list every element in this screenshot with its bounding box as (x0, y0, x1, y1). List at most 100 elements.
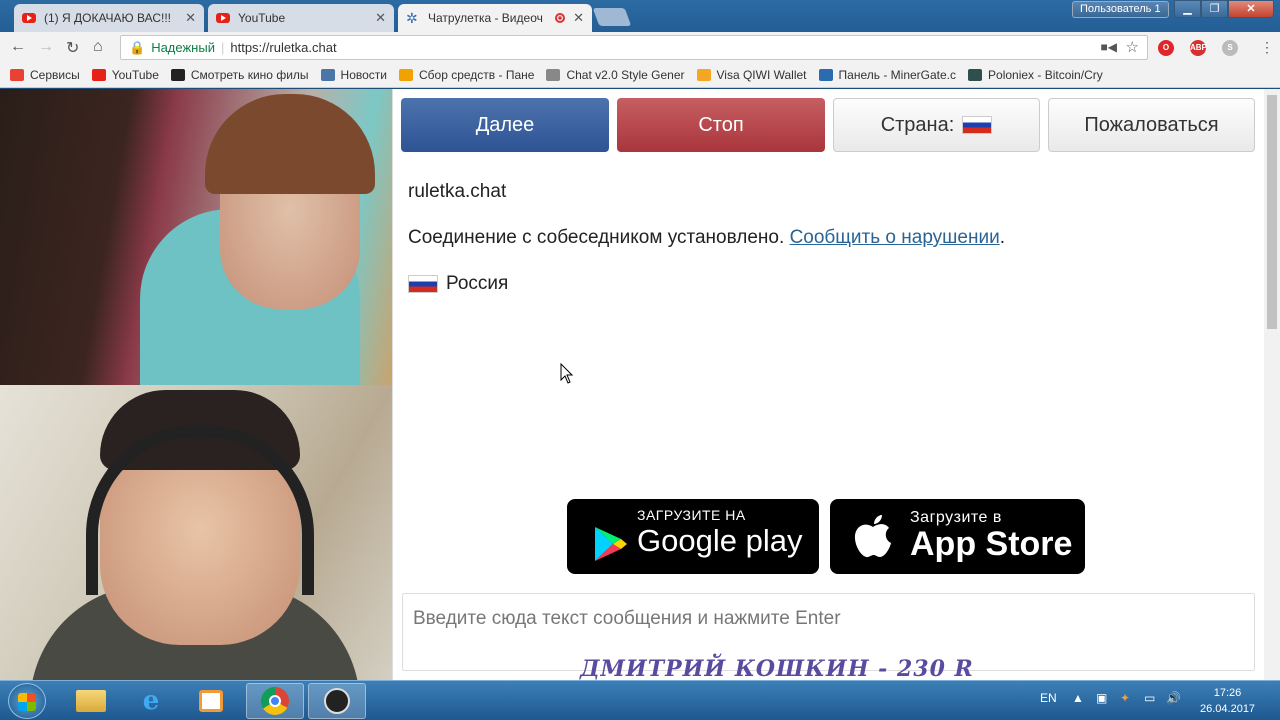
bookmark-label: Visa QIWI Wallet (716, 67, 807, 82)
connection-text: Соединение с собеседником установлено. (408, 227, 785, 248)
media-player-icon (199, 690, 223, 712)
address-bar[interactable]: 🔒 Надежный | https://ruletka.chat ■◀ ☆ (120, 35, 1148, 60)
internet-explorer-icon: e (142, 686, 160, 716)
close-window-button[interactable]: ✕ (1228, 0, 1274, 18)
opera-icon[interactable]: O (1158, 40, 1174, 56)
close-tab-icon[interactable]: ✕ (185, 10, 196, 26)
google-play-title: Google play (637, 523, 803, 558)
divider: | (220, 40, 225, 55)
folder-icon (76, 690, 106, 712)
control-buttons: Далее Стоп Страна: Пожаловаться (401, 98, 1255, 152)
connection-message: Соединение с собеседником установлено. С… (408, 227, 1005, 249)
media-player-taskbar-icon[interactable] (182, 683, 240, 719)
donate-icon (398, 68, 413, 81)
app-store-badge[interactable]: Загрузите в App Store (830, 499, 1085, 574)
google-play-caption: ЗАГРУЗИТЕ НА (637, 507, 746, 523)
bookmark-item[interactable]: Poloniex - Bitcoin/Cry (968, 68, 1103, 82)
bookmark-item[interactable]: Chat v2.0 Style Gener (546, 67, 685, 82)
apple-icon (854, 515, 891, 558)
scrollbar-thumb[interactable] (1267, 95, 1277, 329)
bookmark-label: YouTube (111, 67, 159, 82)
country-button[interactable]: Страна: (833, 98, 1040, 152)
minergate-icon (818, 68, 833, 81)
video-panel (0, 89, 392, 680)
bookmark-item[interactable]: Сбор средств - Пане (398, 68, 534, 82)
bookmark-item[interactable]: Новости (320, 68, 387, 82)
display-icon[interactable]: ▭ (1144, 691, 1155, 705)
bookmarks-bar: Сервисы YouTube Смотреть кино филы Новости С… (0, 62, 1280, 88)
gear-icon: ✲ (406, 10, 418, 26)
bookmark-label: Панель - MinerGate.c (838, 67, 957, 82)
youtube-icon (91, 68, 106, 81)
tab-2[interactable]: YouTube ✕ (208, 4, 394, 32)
bookmark-item[interactable]: Смотреть кино филы (170, 67, 309, 82)
vk-icon (320, 68, 335, 81)
next-button[interactable]: Далее (401, 98, 609, 152)
scrollbar[interactable] (1264, 89, 1280, 680)
skype-icon[interactable]: S (1222, 40, 1238, 56)
explorer-taskbar-icon[interactable] (62, 683, 120, 719)
poloniex-icon (968, 68, 983, 81)
bookmark-item[interactable]: Visa QIWI Wallet (696, 67, 807, 82)
bookmark-item[interactable]: YouTube (91, 67, 159, 82)
windows-taskbar: e EN ▲ ▣ ✦ ▭ 🔊 17:26 26.04.2017 (0, 680, 1280, 720)
user-profile-badge[interactable]: Пользователь 1 (1072, 1, 1169, 18)
google-play-badge[interactable]: ЗАГРУЗИТЕ НА Google play (567, 499, 819, 574)
adblock-icon[interactable]: ABP (1190, 40, 1207, 56)
stop-button[interactable]: Стоп (617, 98, 825, 152)
bookmark-label: Смотреть кино филы (190, 67, 309, 82)
apps-icon (10, 68, 24, 81)
volume-icon[interactable]: 🔊 (1166, 691, 1181, 705)
menu-icon[interactable]: ⋮ (1260, 39, 1274, 56)
google-play-icon (595, 527, 627, 561)
home-icon[interactable]: ⌂ (93, 38, 103, 56)
browser-toolbar: ← → ↻ ⌂ 🔒 Надежный | https://ruletka.chat ■… (0, 32, 1280, 62)
url-text: https://ruletka.chat (230, 40, 337, 55)
site-name: ruletka.chat (408, 181, 507, 202)
start-button[interactable] (8, 683, 46, 719)
minimize-button[interactable]: ▁ (1174, 0, 1201, 18)
back-icon[interactable]: ← (10, 38, 26, 56)
close-tab-icon[interactable]: ✕ (573, 10, 584, 26)
face-icon (170, 68, 185, 81)
show-hidden-icons[interactable]: ▲ (1072, 691, 1084, 705)
period: . (999, 227, 1005, 248)
close-tab-icon[interactable]: ✕ (375, 10, 386, 26)
remote-person-hair (205, 94, 375, 194)
forward-icon[interactable]: → (38, 38, 54, 56)
bookmark-item[interactable]: Сервисы (10, 68, 80, 82)
app-store-title: App Store (910, 525, 1073, 563)
obs-icon (324, 688, 350, 714)
tab-title: Чатрулетка - Видеоч (428, 11, 543, 25)
reload-icon[interactable]: ↻ (66, 38, 79, 58)
report-violation-link[interactable]: Сообщить о нарушении (790, 227, 1000, 248)
remote-video (0, 89, 392, 385)
maximize-button[interactable]: ❐ (1201, 0, 1228, 18)
bookmark-star-icon[interactable]: ☆ (1126, 36, 1139, 59)
qiwi-icon (696, 68, 711, 81)
lock-icon: 🔒 (129, 40, 146, 55)
bookmark-label: Сервисы (30, 67, 80, 82)
page-icon (546, 68, 561, 81)
language-indicator[interactable]: EN (1040, 691, 1057, 705)
report-button[interactable]: Пожаловаться (1048, 98, 1255, 152)
country-name: Россия (446, 273, 509, 294)
bookmark-label: Poloniex - Bitcoin/Cry (988, 67, 1103, 82)
secure-label: Надежный (151, 40, 215, 55)
youtube-icon (216, 13, 230, 23)
clock[interactable]: 17:26 26.04.2017 (1200, 685, 1255, 717)
bookmark-item[interactable]: Панель - MinerGate.c (818, 67, 957, 82)
metamask-icon[interactable]: ✦ (1120, 691, 1130, 705)
obs-taskbar-icon[interactable] (308, 683, 366, 719)
tab-3-active[interactable]: ✲ Чатрулетка - Видеоч ✕ (398, 4, 592, 32)
network-icon[interactable]: ▣ (1096, 691, 1107, 705)
tab-1[interactable]: (1) Я ДОКАЧАЮ ВАС!!! ✕ (14, 4, 204, 32)
chrome-taskbar-icon[interactable] (246, 683, 304, 719)
camera-icon[interactable]: ■◀ (1101, 36, 1117, 59)
russia-flag-icon (962, 116, 993, 134)
new-tab-button[interactable] (592, 8, 632, 26)
ie-taskbar-icon[interactable]: e (122, 683, 180, 719)
bookmark-label: Chat v2.0 Style Gener (566, 67, 685, 82)
recording-icon (555, 13, 566, 23)
tab-title: YouTube (238, 11, 286, 25)
